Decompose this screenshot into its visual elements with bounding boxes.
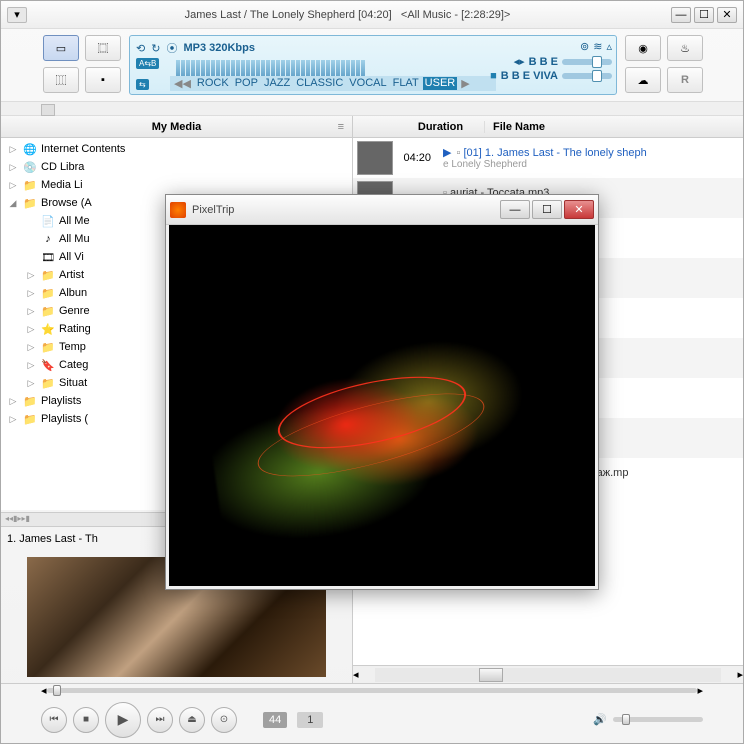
col-filename[interactable]: File Name (485, 121, 545, 133)
minimize-button[interactable]: — (671, 7, 691, 23)
volume-control: 🔊 (593, 713, 703, 726)
broadcast-icon[interactable]: ⦿ (166, 40, 177, 56)
transfer-icon: ☁ (638, 74, 649, 87)
effect-icon[interactable]: ⊚ (580, 40, 589, 53)
view-mode-3[interactable]: ⿲ (43, 67, 79, 93)
rip-button[interactable]: R (667, 67, 703, 93)
next-button[interactable]: ⏭ (147, 707, 173, 733)
tree-item[interactable]: ▷📁Media Li (3, 176, 350, 194)
volume-icon[interactable]: 🔊 (593, 713, 607, 726)
pixeltrip-titlebar[interactable]: PixelTrip — ☐ ✕ (166, 195, 598, 225)
tree-item[interactable]: ▷🌐Internet Contents (3, 140, 350, 158)
column-header: Duration File Name (353, 116, 743, 138)
burn-icon: ♨ (680, 42, 690, 55)
eq-preset-user[interactable]: USER (423, 77, 458, 90)
h-scrollbar[interactable]: ◂▸ (353, 665, 743, 683)
volume-slider[interactable] (613, 717, 703, 722)
eq-preset-rock[interactable]: ROCK (195, 77, 231, 90)
titlebar: ▾ James Last / The Lonely Shepherd [04:2… (1, 1, 743, 29)
mode-toggle-button[interactable]: ⇆ (136, 79, 149, 90)
track-subtitle: e Lonely Shepherd (443, 159, 743, 170)
play-button[interactable]: ▶ (105, 702, 141, 738)
pixeltrip-icon (170, 202, 186, 218)
track-thumbnail (357, 141, 393, 175)
eq-preset-classic[interactable]: CLASSIC (294, 77, 345, 90)
shuffle-icon[interactable]: ⟲ (136, 42, 145, 55)
effect-icon-3[interactable]: ▵ (606, 40, 612, 53)
eq-preset-pop[interactable]: POP (233, 77, 260, 90)
ab-repeat-button[interactable]: A⇆B (136, 58, 159, 69)
eject-button[interactable]: ⏏ (179, 707, 205, 733)
prev-button[interactable]: ⏮ (41, 707, 67, 733)
eq-presets: ◀◀ ROCK POP JAZZ CLASSIC VOCAL FLAT USER… (170, 76, 496, 91)
bbe-viva-label: B B E VIVA (501, 70, 558, 82)
effect-icon-2[interactable]: ≋ (593, 40, 602, 53)
tree-item[interactable]: ▷💿CD Libra (3, 158, 350, 176)
bbe-viva-slider[interactable] (562, 73, 612, 79)
vis-button[interactable]: ◉ (625, 35, 661, 61)
burn-button[interactable]: ♨ (667, 35, 703, 61)
eq-preset-vocal[interactable]: VOCAL (347, 77, 388, 90)
stop-button[interactable]: ■ (73, 707, 99, 733)
codec-label: MP3 320Kbps (183, 42, 255, 54)
view-mode-buttons: ▭ ⿴ ⿲ ▪ (43, 35, 121, 95)
top-toolbar: ▭ ⿴ ⿲ ▪ ⟲ ↻ ⦿ MP3 320Kbps A⇆B ⇆ ◀◀ ROCK (1, 29, 743, 101)
bbe-label: B B E (529, 56, 558, 68)
pixeltrip-window[interactable]: PixelTrip — ☐ ✕ (165, 194, 599, 590)
player-controls: ◂▸ ⏮ ■ ▶ ⏭ ⏏ ⊙ 44 1 🔊 (1, 683, 743, 743)
eq-preset-jazz[interactable]: JAZZ (262, 77, 292, 90)
action-buttons: ◉ ♨ ☁ R (625, 35, 703, 95)
app-menu-button[interactable]: ▾ (7, 7, 27, 23)
bbe-slider[interactable] (562, 59, 612, 65)
eq-preset-flat[interactable]: FLAT (391, 77, 421, 90)
tab-band (1, 101, 743, 116)
view-mode-4[interactable]: ▪ (85, 67, 121, 93)
record-button[interactable]: ⊙ (211, 707, 237, 733)
pixeltrip-minimize[interactable]: — (500, 200, 530, 219)
window-title: James Last / The Lonely Shepherd [04:20]… (27, 9, 668, 21)
info-panel: ⟲ ↻ ⦿ MP3 320Kbps A⇆B ⇆ ◀◀ ROCK POP JAZZ… (129, 35, 617, 95)
pixeltrip-close[interactable]: ✕ (564, 200, 594, 219)
pixeltrip-maximize[interactable]: ☐ (532, 200, 562, 219)
pixeltrip-title: PixelTrip (192, 204, 498, 216)
track-number-display: 1 (297, 712, 323, 728)
playlist-row[interactable]: 04:20 ▶ ▫ [01] 1. James Last - The lonel… (353, 138, 743, 178)
transfer-button[interactable]: ☁ (625, 67, 661, 93)
col-duration[interactable]: Duration (397, 121, 485, 133)
view-mode-1[interactable]: ▭ (43, 35, 79, 61)
media-header[interactable]: My Media (1, 116, 352, 138)
track-duration: 04:20 (393, 152, 437, 164)
track-filename: ▶ ▫ [01] 1. James Last - The lonely shep… (443, 146, 743, 159)
seek-bar[interactable]: ◂▸ (1, 684, 743, 696)
time-display: 44 (263, 712, 287, 728)
chevron-down-icon: ▾ (14, 8, 20, 21)
view-mode-2[interactable]: ⿴ (85, 35, 121, 61)
close-button[interactable]: ✕ (717, 7, 737, 23)
repeat-icon[interactable]: ↻ (151, 42, 160, 55)
info-side-controls: ⊚≋▵ ◂▸B B E ■B B E VIVA (490, 40, 612, 82)
maximize-button[interactable]: ☐ (694, 7, 714, 23)
pixeltrip-visualization (169, 225, 595, 586)
spectrum-visualizer (176, 58, 490, 78)
